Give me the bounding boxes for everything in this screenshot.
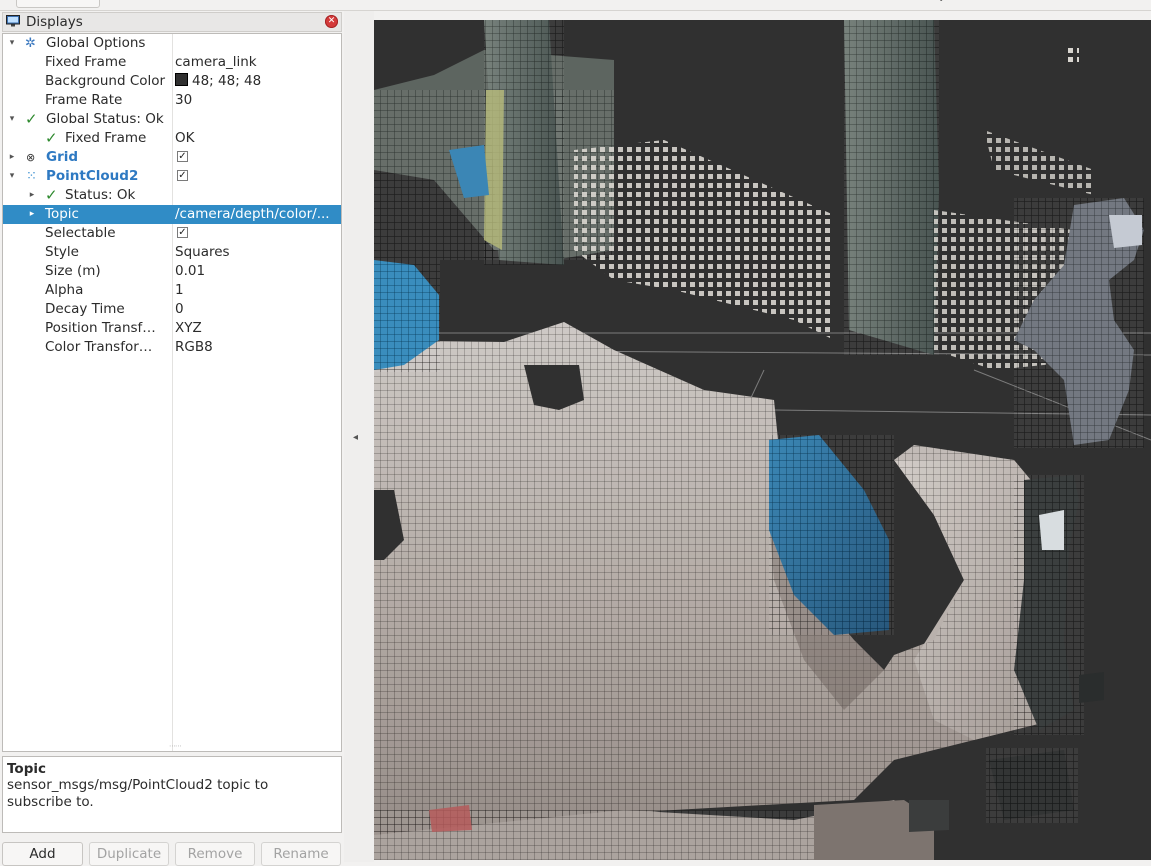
chevron-down-icon[interactable]: ⌄ <box>937 0 945 4</box>
tree-row-label: Topic <box>45 206 79 222</box>
tree-row-value-text: /camera/depth/color/... <box>175 206 330 222</box>
checkmark-icon: ✓ <box>45 129 58 147</box>
tree-row-label: Fixed Frame <box>45 54 127 70</box>
monitor-icon <box>6 15 20 27</box>
panel-splitter[interactable]: ◂ <box>344 11 374 862</box>
tree-row-label: Style <box>45 244 79 260</box>
tree-row-value-text: XYZ <box>175 320 202 336</box>
blue-object <box>769 435 894 635</box>
tree-row-label: Size (m) <box>45 263 101 279</box>
tree-row-value[interactable]: /camera/depth/color/... <box>175 205 340 224</box>
tree-row-label: Selectable <box>45 225 116 241</box>
tree-row-global-options[interactable]: ▾ ✲ Global Options <box>3 34 341 53</box>
tree-row-label: Color Transfor… <box>45 339 153 355</box>
tree-row-status-ok[interactable]: ▸ ✓ Status: Ok <box>3 186 341 205</box>
enable-checkbox[interactable]: ✓ <box>177 170 188 181</box>
expand-closed-icon[interactable]: ▸ <box>27 205 37 224</box>
rename-button[interactable]: Rename <box>261 842 341 866</box>
tree-row-value[interactable]: XYZ <box>175 319 340 338</box>
gear-icon: ✲ <box>25 36 36 51</box>
tree-row-alpha[interactable]: Alpha 1 <box>3 281 341 300</box>
tree-row-value-text: 1 <box>175 282 184 298</box>
tree-row-color-transfor[interactable]: Color Transfor… RGB8 <box>3 338 341 357</box>
render-view[interactable] <box>374 20 1151 860</box>
add-button[interactable]: Add <box>2 842 83 866</box>
tree-row-label: PointCloud2 <box>46 168 139 184</box>
expand-closed-icon[interactable]: ▸ <box>27 186 37 205</box>
tree-row-value[interactable]: 0.01 <box>175 262 340 281</box>
tree-row-size-m[interactable]: Size (m) 0.01 <box>3 262 341 281</box>
expand-closed-icon[interactable]: ▸ <box>7 148 17 167</box>
displays-panel: Displays ✕ ⋯⋯ ▾ ✲ Global Options Fixed Fram… <box>0 11 344 866</box>
tree-row-fixed-frame[interactable]: Fixed Frame camera_link <box>3 53 341 72</box>
panel-title-bar: Displays ✕ <box>2 12 342 32</box>
description-title: Topic <box>7 761 46 777</box>
tree-row-grid[interactable]: ▸ ⊗ Grid ✓ <box>3 148 341 167</box>
panel-title: Displays <box>26 14 83 30</box>
remove-button[interactable]: Remove <box>175 842 255 866</box>
description-text: sensor_msgs/msg/PointCloud2 topic to sub… <box>7 777 269 810</box>
toolbar-button-stub[interactable] <box>16 0 100 8</box>
tree-row-value-text: 0 <box>175 301 184 317</box>
collapse-left-icon[interactable]: ◂ <box>353 432 358 443</box>
tree-row-value-text: camera_link <box>175 54 257 70</box>
tree-row-value-text: 30 <box>175 92 193 108</box>
checkmark-icon: ✓ <box>25 110 38 128</box>
property-description-box: Topic sensor_msgs/msg/PointCloud2 topic … <box>2 756 342 833</box>
expand-open-icon[interactable]: ▾ <box>7 34 17 53</box>
tree-row-label: Position Transf… <box>45 320 156 336</box>
color-swatch[interactable] <box>175 73 188 86</box>
checkmark-icon: ✓ <box>45 186 58 204</box>
display-tree[interactable]: ⋯⋯ ▾ ✲ Global Options Fixed Frame camera_lin… <box>2 33 342 752</box>
close-icon[interactable]: ✕ <box>325 15 338 28</box>
tree-row-frame-rate[interactable]: Frame Rate 30 <box>3 91 341 110</box>
duplicate-button[interactable]: Duplicate <box>89 842 169 866</box>
robot-figure <box>1014 198 1144 448</box>
tree-row-global-status-ok[interactable]: ▾ ✓ Global Status: Ok <box>3 110 341 129</box>
tree-row-label: Global Options <box>46 35 146 51</box>
tree-row-value[interactable]: 1 <box>175 281 340 300</box>
tree-row-value-text: RGB8 <box>175 339 213 355</box>
top-toolbar-strip: ⌄ <box>0 0 1151 11</box>
tree-row-value-text: 0.01 <box>175 263 206 279</box>
tree-row-value-text: 48; 48; 48 <box>192 73 262 89</box>
tree-row-label: Frame Rate <box>45 92 123 108</box>
background-structures <box>374 20 1094 370</box>
tree-row-style[interactable]: Style Squares <box>3 243 341 262</box>
tree-row-value[interactable]: 0 <box>175 300 340 319</box>
tree-row-background-color[interactable]: Background Color 48; 48; 48 <box>3 72 341 91</box>
tree-row-value-text: OK <box>175 130 195 146</box>
expand-open-icon[interactable]: ▾ <box>7 167 17 186</box>
tree-row-selectable[interactable]: Selectable ✓ <box>3 224 341 243</box>
tree-row-label: Global Status: Ok <box>46 111 164 127</box>
tree-row-label: Status: Ok <box>65 187 136 203</box>
enable-checkbox[interactable]: ✓ <box>177 151 188 162</box>
tree-row-decay-time[interactable]: Decay Time 0 <box>3 300 341 319</box>
pointcloud-icon: ⁙ <box>26 169 37 184</box>
blue-object-left <box>374 260 440 372</box>
grid-icon: ⊗ <box>26 151 36 164</box>
tree-row-value[interactable]: camera_link <box>175 53 340 72</box>
floor-surface <box>374 322 1064 860</box>
tree-row-value[interactable]: 48; 48; 48 <box>175 72 340 91</box>
tree-row-value[interactable]: OK <box>175 129 340 148</box>
tree-row-label: Grid <box>46 149 79 165</box>
tree-row-label: Decay Time <box>45 301 125 317</box>
tree-row-fixed-frame[interactable]: ✓ Fixed Frame OK <box>3 129 341 148</box>
tree-row-value-text: Squares <box>175 244 230 260</box>
tree-row-pointcloud2[interactable]: ▾ ⁙ PointCloud2 ✓ <box>3 167 341 186</box>
tree-row-value[interactable]: Squares <box>175 243 340 262</box>
expand-open-icon[interactable]: ▾ <box>7 110 17 129</box>
column-resize-grip[interactable]: ⋯⋯ <box>169 742 182 750</box>
tree-row-label: Fixed Frame <box>65 130 147 146</box>
tree-row-label: Background Color <box>45 73 166 89</box>
tree-row-topic[interactable]: ▸ Topic/camera/depth/color/... <box>3 205 341 224</box>
tree-row-label: Alpha <box>45 282 84 298</box>
tree-row-value[interactable]: RGB8 <box>175 338 340 357</box>
enable-checkbox[interactable]: ✓ <box>177 227 188 238</box>
tree-row-value[interactable]: 30 <box>175 91 340 110</box>
tree-row-position-transf[interactable]: Position Transf… XYZ <box>3 319 341 338</box>
point-cloud-canvas[interactable] <box>374 20 1151 860</box>
